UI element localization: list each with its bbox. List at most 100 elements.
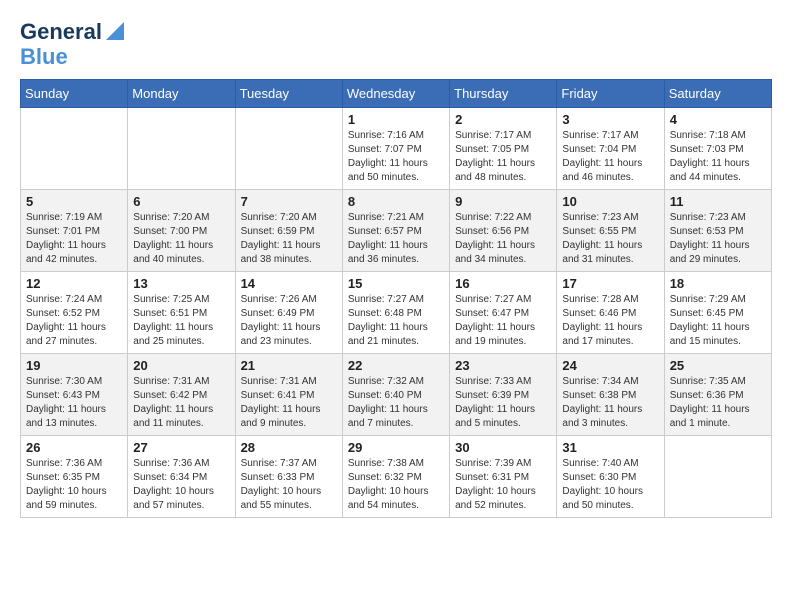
calendar-week-2: 5 Sunrise: 7:19 AM Sunset: 7:01 PM Daylig… (21, 190, 772, 272)
day-number: 9 (455, 194, 551, 209)
day-number: 27 (133, 440, 229, 455)
calendar-cell: 8 Sunrise: 7:21 AM Sunset: 6:57 PM Daylig… (342, 190, 449, 272)
day-number: 1 (348, 112, 444, 127)
day-number: 3 (562, 112, 658, 127)
day-number: 5 (26, 194, 122, 209)
header-friday: Friday (557, 80, 664, 108)
calendar-cell: 27 Sunrise: 7:36 AM Sunset: 6:34 PM Dayli… (128, 436, 235, 518)
calendar-cell: 5 Sunrise: 7:19 AM Sunset: 7:01 PM Daylig… (21, 190, 128, 272)
day-info: Sunrise: 7:20 AM Sunset: 7:00 PM Dayligh… (133, 211, 229, 267)
day-info: Sunrise: 7:16 AM Sunset: 7:07 PM Dayligh… (348, 129, 444, 185)
day-info: Sunrise: 7:20 AM Sunset: 6:59 PM Dayligh… (241, 211, 337, 267)
day-number: 16 (455, 276, 551, 291)
day-info: Sunrise: 7:37 AM Sunset: 6:33 PM Dayligh… (241, 457, 337, 513)
day-info: Sunrise: 7:23 AM Sunset: 6:55 PM Dayligh… (562, 211, 658, 267)
day-number: 4 (670, 112, 766, 127)
day-number: 11 (670, 194, 766, 209)
day-number: 6 (133, 194, 229, 209)
calendar-cell: 24Sunrise: 7:34 AM Sunset: 6:38 PM Dayli… (557, 354, 664, 436)
calendar-cell: 13 Sunrise: 7:25 AM Sunset: 6:51 PM Dayli… (128, 272, 235, 354)
calendar-cell: 19 Sunrise: 7:30 AM Sunset: 6:43 PM Dayli… (21, 354, 128, 436)
day-info: Sunrise: 7:28 AM Sunset: 6:46 PM Dayligh… (562, 293, 658, 349)
page-header: General Blue (20, 20, 772, 69)
calendar-cell: 12 Sunrise: 7:24 AM Sunset: 6:52 PM Dayli… (21, 272, 128, 354)
calendar-cell: 2Sunrise: 7:17 AM Sunset: 7:05 PM Daylig… (450, 108, 557, 190)
day-info: Sunrise: 7:36 AM Sunset: 6:35 PM Dayligh… (26, 457, 122, 513)
calendar-cell: 7Sunrise: 7:20 AM Sunset: 6:59 PM Daylig… (235, 190, 342, 272)
day-number: 29 (348, 440, 444, 455)
calendar-cell: 10Sunrise: 7:23 AM Sunset: 6:55 PM Dayli… (557, 190, 664, 272)
calendar-cell: 23Sunrise: 7:33 AM Sunset: 6:39 PM Dayli… (450, 354, 557, 436)
day-number: 19 (26, 358, 122, 373)
day-info: Sunrise: 7:27 AM Sunset: 6:48 PM Dayligh… (348, 293, 444, 349)
header-saturday: Saturday (664, 80, 771, 108)
calendar-cell: 3 Sunrise: 7:17 AM Sunset: 7:04 PM Daylig… (557, 108, 664, 190)
calendar-cell: 9 Sunrise: 7:22 AM Sunset: 6:56 PM Daylig… (450, 190, 557, 272)
calendar-table: SundayMondayTuesdayWednesdayThursdayFrid… (20, 79, 772, 518)
calendar-cell: 31 Sunrise: 7:40 AM Sunset: 6:30 PM Dayli… (557, 436, 664, 518)
calendar-week-1: 1 Sunrise: 7:16 AM Sunset: 7:07 PM Daylig… (21, 108, 772, 190)
logo-text: General (20, 20, 102, 44)
calendar-cell: 21Sunrise: 7:31 AM Sunset: 6:41 PM Dayli… (235, 354, 342, 436)
day-info: Sunrise: 7:31 AM Sunset: 6:42 PM Dayligh… (133, 375, 229, 431)
calendar-cell: 17 Sunrise: 7:28 AM Sunset: 6:46 PM Dayli… (557, 272, 664, 354)
logo-icon (106, 22, 124, 40)
day-info: Sunrise: 7:18 AM Sunset: 7:03 PM Dayligh… (670, 129, 766, 185)
header-tuesday: Tuesday (235, 80, 342, 108)
day-number: 13 (133, 276, 229, 291)
day-number: 12 (26, 276, 122, 291)
day-info: Sunrise: 7:30 AM Sunset: 6:43 PM Dayligh… (26, 375, 122, 431)
calendar-week-3: 12 Sunrise: 7:24 AM Sunset: 6:52 PM Dayli… (21, 272, 772, 354)
calendar-cell: 30 Sunrise: 7:39 AM Sunset: 6:31 PM Dayli… (450, 436, 557, 518)
day-info: Sunrise: 7:34 AM Sunset: 6:38 PM Dayligh… (562, 375, 658, 431)
day-info: Sunrise: 7:39 AM Sunset: 6:31 PM Dayligh… (455, 457, 551, 513)
calendar-week-5: 26Sunrise: 7:36 AM Sunset: 6:35 PM Dayli… (21, 436, 772, 518)
calendar-cell (21, 108, 128, 190)
day-info: Sunrise: 7:24 AM Sunset: 6:52 PM Dayligh… (26, 293, 122, 349)
day-info: Sunrise: 7:35 AM Sunset: 6:36 PM Dayligh… (670, 375, 766, 431)
day-info: Sunrise: 7:36 AM Sunset: 6:34 PM Dayligh… (133, 457, 229, 513)
calendar-cell: 28 Sunrise: 7:37 AM Sunset: 6:33 PM Dayli… (235, 436, 342, 518)
day-number: 14 (241, 276, 337, 291)
calendar-cell: 29 Sunrise: 7:38 AM Sunset: 6:32 PM Dayli… (342, 436, 449, 518)
day-info: Sunrise: 7:25 AM Sunset: 6:51 PM Dayligh… (133, 293, 229, 349)
header-wednesday: Wednesday (342, 80, 449, 108)
day-number: 15 (348, 276, 444, 291)
day-info: Sunrise: 7:38 AM Sunset: 6:32 PM Dayligh… (348, 457, 444, 513)
day-info: Sunrise: 7:22 AM Sunset: 6:56 PM Dayligh… (455, 211, 551, 267)
day-info: Sunrise: 7:23 AM Sunset: 6:53 PM Dayligh… (670, 211, 766, 267)
calendar-cell: 6 Sunrise: 7:20 AM Sunset: 7:00 PM Daylig… (128, 190, 235, 272)
calendar-cell: 14Sunrise: 7:26 AM Sunset: 6:49 PM Dayli… (235, 272, 342, 354)
day-number: 23 (455, 358, 551, 373)
calendar-cell: 18 Sunrise: 7:29 AM Sunset: 6:45 PM Dayli… (664, 272, 771, 354)
calendar-cell: 25 Sunrise: 7:35 AM Sunset: 6:36 PM Dayli… (664, 354, 771, 436)
day-info: Sunrise: 7:19 AM Sunset: 7:01 PM Dayligh… (26, 211, 122, 267)
day-number: 20 (133, 358, 229, 373)
day-number: 8 (348, 194, 444, 209)
day-number: 21 (241, 358, 337, 373)
calendar-header-row: SundayMondayTuesdayWednesdayThursdayFrid… (21, 80, 772, 108)
calendar-cell: 26Sunrise: 7:36 AM Sunset: 6:35 PM Dayli… (21, 436, 128, 518)
day-number: 18 (670, 276, 766, 291)
calendar-cell: 15 Sunrise: 7:27 AM Sunset: 6:48 PM Dayli… (342, 272, 449, 354)
day-number: 31 (562, 440, 658, 455)
calendar-cell: 11 Sunrise: 7:23 AM Sunset: 6:53 PM Dayli… (664, 190, 771, 272)
calendar-cell: 20 Sunrise: 7:31 AM Sunset: 6:42 PM Dayli… (128, 354, 235, 436)
calendar-cell (664, 436, 771, 518)
day-info: Sunrise: 7:32 AM Sunset: 6:40 PM Dayligh… (348, 375, 444, 431)
calendar-cell (128, 108, 235, 190)
calendar-week-4: 19 Sunrise: 7:30 AM Sunset: 6:43 PM Dayli… (21, 354, 772, 436)
day-info: Sunrise: 7:17 AM Sunset: 7:04 PM Dayligh… (562, 129, 658, 185)
day-info: Sunrise: 7:17 AM Sunset: 7:05 PM Dayligh… (455, 129, 551, 185)
day-number: 25 (670, 358, 766, 373)
day-number: 28 (241, 440, 337, 455)
header-sunday: Sunday (21, 80, 128, 108)
logo: General Blue (20, 20, 124, 69)
day-info: Sunrise: 7:40 AM Sunset: 6:30 PM Dayligh… (562, 457, 658, 513)
calendar-cell (235, 108, 342, 190)
day-number: 17 (562, 276, 658, 291)
day-number: 30 (455, 440, 551, 455)
day-info: Sunrise: 7:29 AM Sunset: 6:45 PM Dayligh… (670, 293, 766, 349)
header-thursday: Thursday (450, 80, 557, 108)
day-info: Sunrise: 7:21 AM Sunset: 6:57 PM Dayligh… (348, 211, 444, 267)
